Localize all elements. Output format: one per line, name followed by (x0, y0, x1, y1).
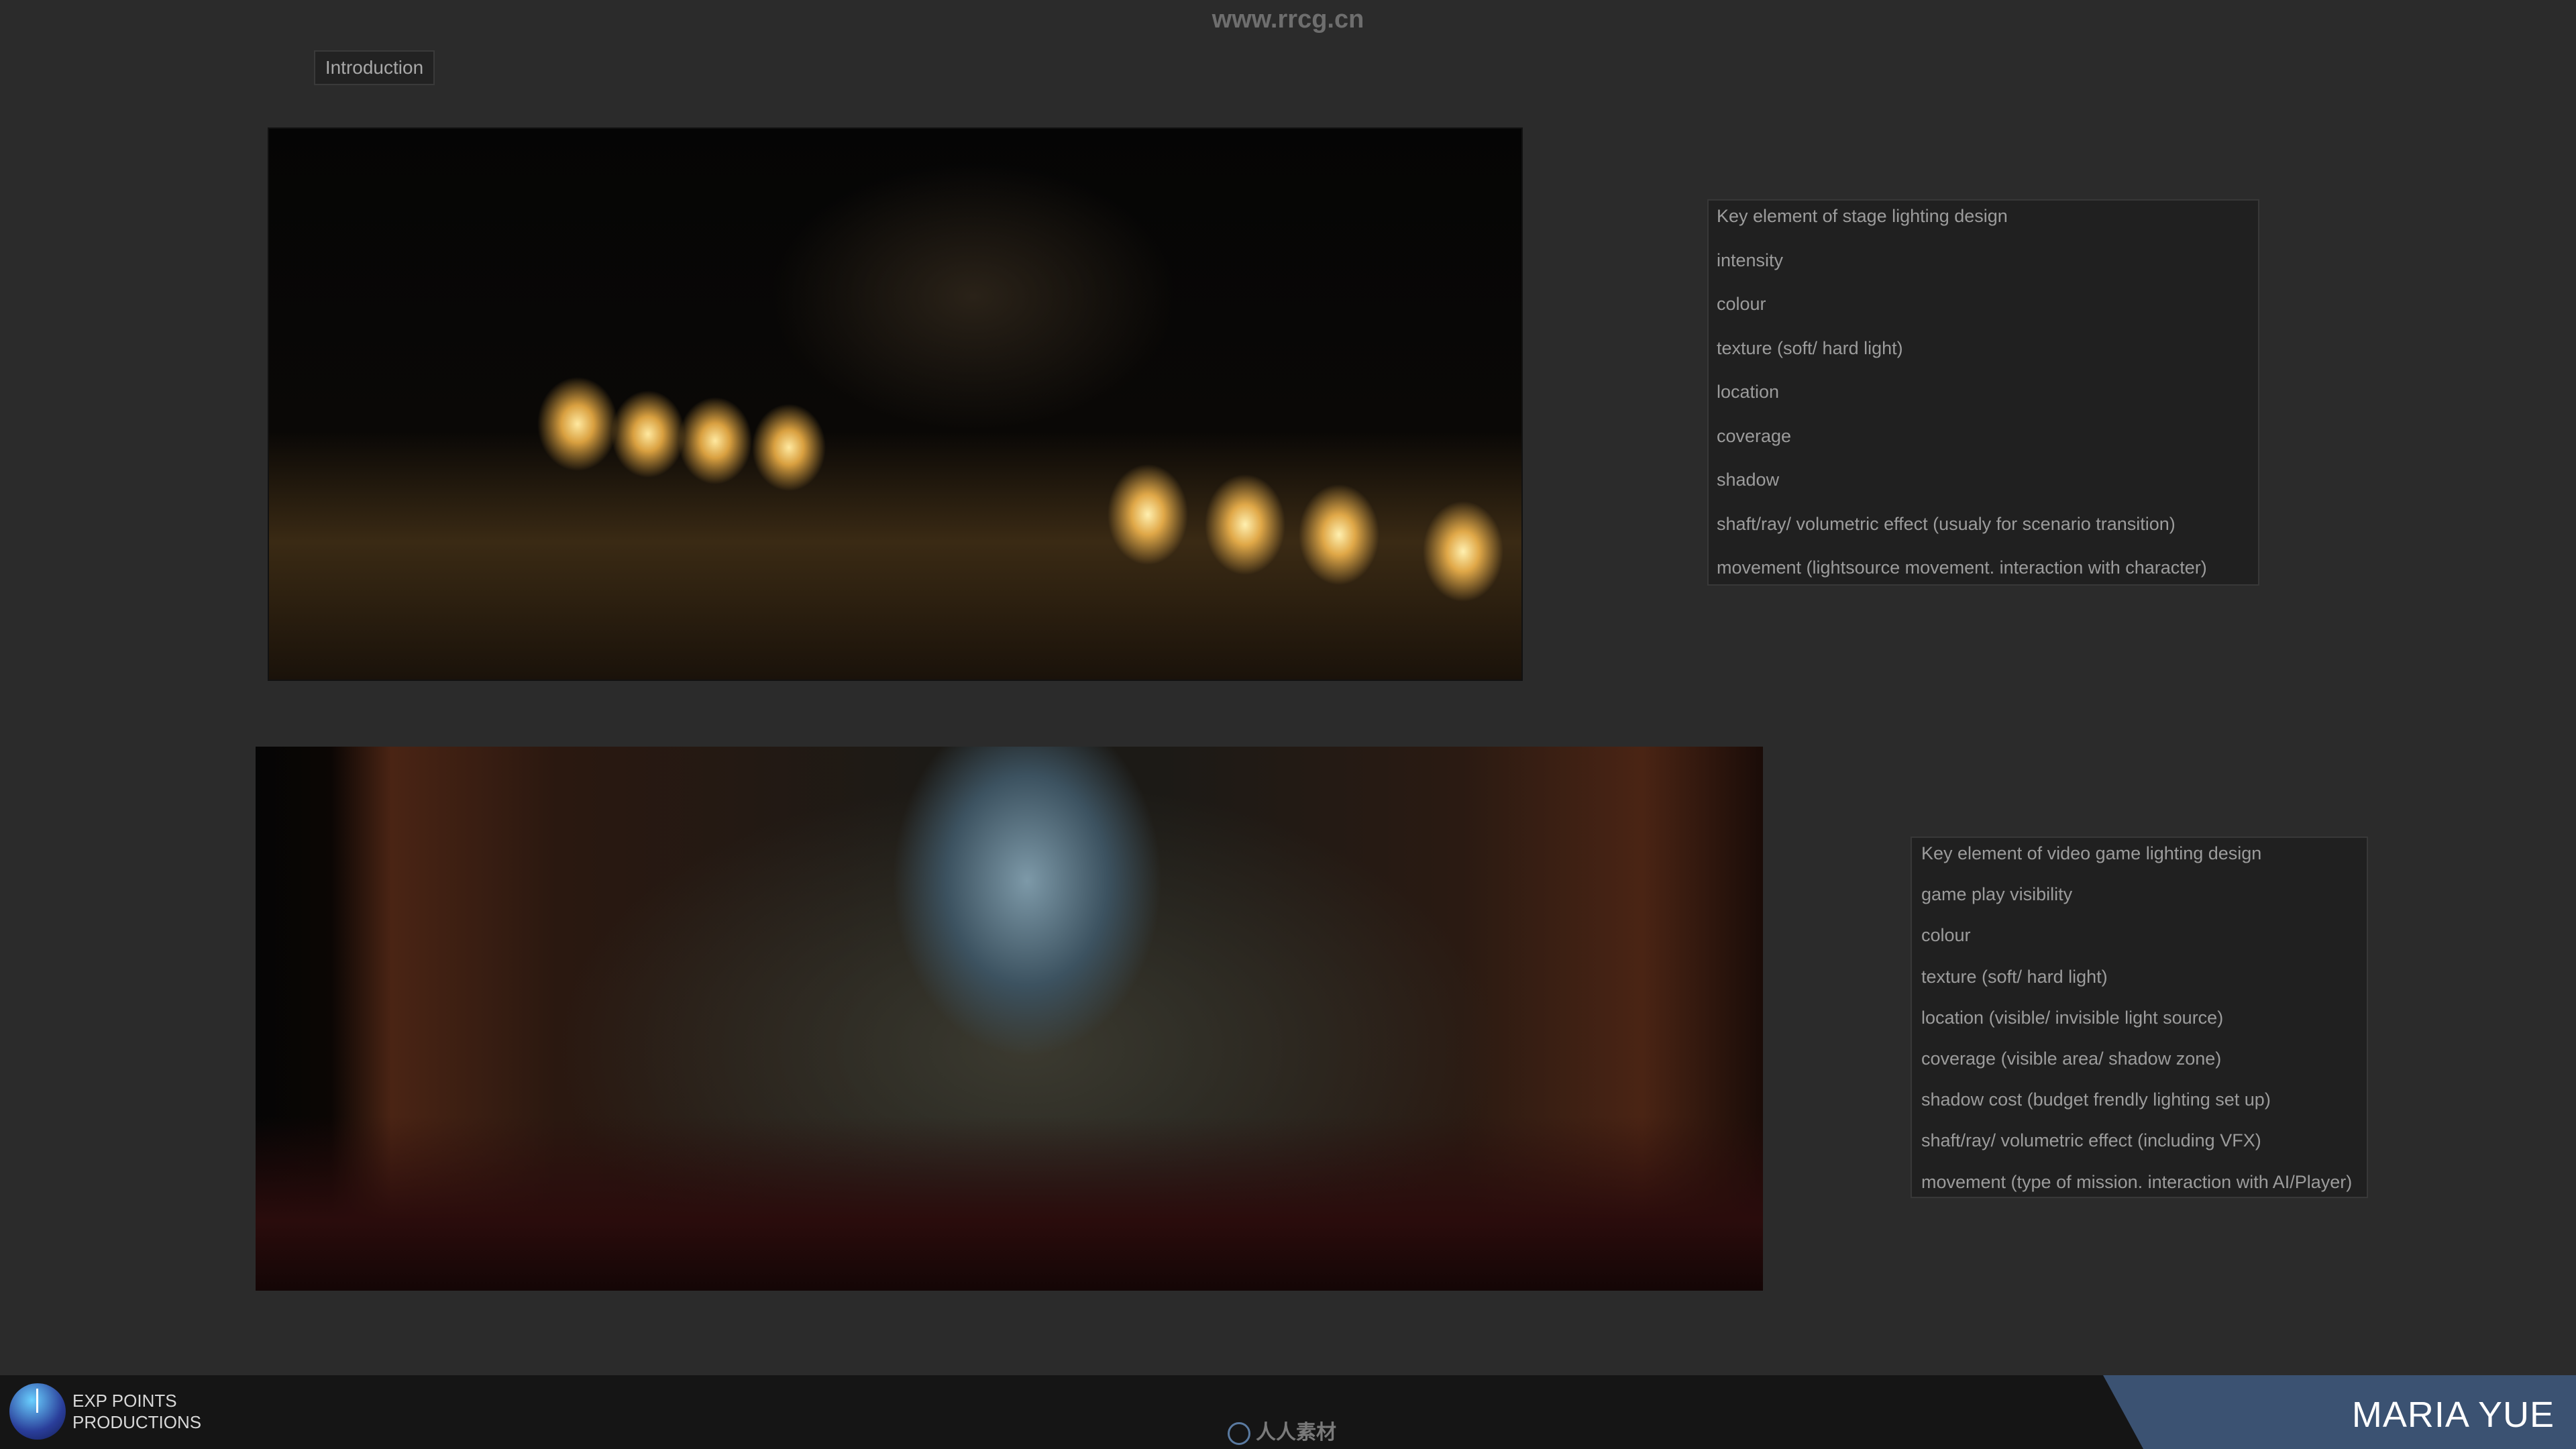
list-item: movement (lightsource movement. interact… (1717, 557, 2258, 602)
presenter-name: MARIA YUE (2352, 1394, 2555, 1436)
list-item: shaft/ray/ volumetric effect (including … (1921, 1130, 2367, 1171)
list-item: coverage (1717, 426, 2258, 470)
list-item: texture (soft/ hard light) (1717, 338, 2258, 382)
stage-lighting-image (268, 127, 1523, 681)
list-item: colour (1717, 294, 2258, 338)
watermark-logo-icon (1228, 1422, 1250, 1445)
footer-bar: EXP POINTS PRODUCTIONS 人人素材 MARIA YUE (0, 1375, 2576, 1449)
company-line-1: EXP POINTS (72, 1390, 201, 1411)
list-item: game play visibility (1921, 884, 2367, 925)
list-title: Key element of video game lighting desig… (1921, 843, 2367, 884)
company-line-2: PRODUCTIONS (72, 1411, 201, 1433)
list-item: shadow cost (budget frendly lighting set… (1921, 1089, 2367, 1130)
list-item: coverage (visible area/ shadow zone) (1921, 1049, 2367, 1089)
list-item: intensity (1717, 250, 2258, 294)
watermark-bottom-text: 人人素材 (1256, 1421, 1336, 1444)
watermark-bottom: 人人素材 (1228, 1415, 1336, 1445)
list-item: movement (type of mission. interaction w… (1921, 1172, 2367, 1213)
company-logo-icon (9, 1383, 66, 1440)
presenter-panel: MARIA YUE (2103, 1375, 2576, 1449)
list-item: location (visible/ invisible light sourc… (1921, 1008, 2367, 1049)
section-label: Introduction (314, 50, 435, 85)
game-lighting-list: Key element of video game lighting desig… (1911, 837, 2368, 1198)
stage-lighting-list: Key element of stage lighting design int… (1707, 199, 2259, 586)
company-name: EXP POINTS PRODUCTIONS (72, 1390, 201, 1433)
list-item: texture (soft/ hard light) (1921, 967, 2367, 1008)
list-item: location (1717, 382, 2258, 426)
list-item: shadow (1717, 470, 2258, 514)
watermark-url: www.rrcg.cn (0, 5, 2576, 34)
game-lighting-image (256, 747, 1763, 1291)
list-title: Key element of stage lighting design (1717, 206, 2258, 250)
list-item: shaft/ray/ volumetric effect (usualy for… (1717, 514, 2258, 558)
list-item: colour (1921, 925, 2367, 966)
